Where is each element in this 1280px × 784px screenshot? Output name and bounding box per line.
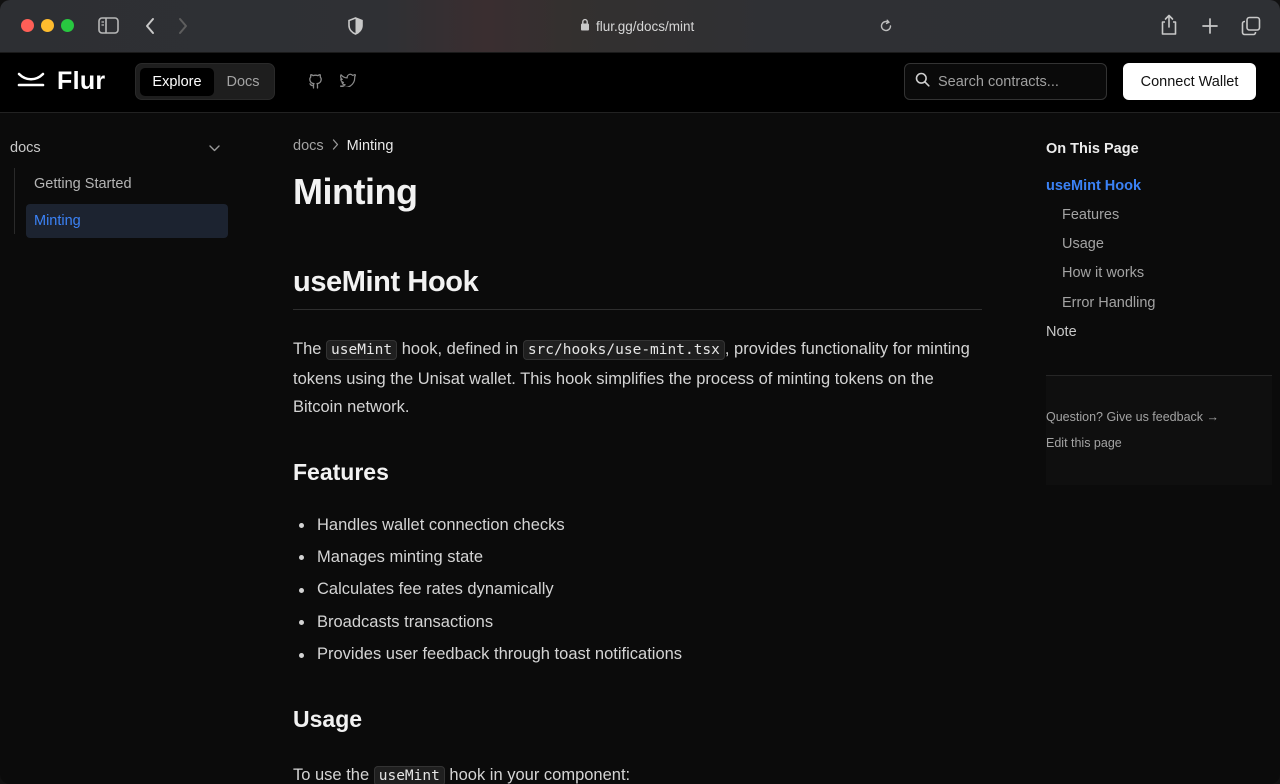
edit-page-link[interactable]: Edit this page (1046, 436, 1122, 450)
toc-item-note[interactable]: Note (1046, 324, 1077, 340)
list-item: Manages minting state (293, 541, 682, 573)
breadcrumb: docs Minting (293, 138, 393, 154)
sidebar-tree-line (14, 168, 15, 234)
inline-code-usemint: useMint (326, 340, 398, 360)
inline-code-usemint: useMint (373, 766, 445, 784)
inline-code-file-path: src/hooks/use-mint.tsx (522, 340, 725, 360)
toc-item-usage[interactable]: Usage (1062, 236, 1104, 252)
usage-paragraph: To use the useMint hook in your componen… (293, 766, 631, 784)
sidebar-section-docs[interactable]: docs (10, 138, 220, 158)
sidebar-section-label: docs (10, 140, 41, 156)
zoom-window-button[interactable] (61, 19, 74, 32)
list-item: Broadcasts transactions (293, 606, 682, 638)
docs-sidebar: docs Getting Started Minting (0, 113, 240, 784)
list-item: Handles wallet connection checks (293, 509, 682, 541)
back-icon[interactable] (144, 17, 156, 35)
sidebar-toggle-icon[interactable] (98, 17, 119, 34)
feedback-link[interactable]: Question? Give us feedback → (1046, 410, 1219, 424)
share-icon[interactable] (1160, 14, 1178, 36)
toc-item-features[interactable]: Features (1062, 207, 1119, 223)
shield-icon[interactable] (348, 17, 363, 35)
sidebar-item-minting[interactable]: Minting (26, 204, 228, 238)
reload-icon[interactable] (879, 19, 893, 33)
address-bar[interactable]: flur.gg/docs/mint (580, 16, 694, 36)
table-of-contents: On This Page useMint Hook Features Usage… (1046, 113, 1272, 493)
search-icon (915, 72, 930, 92)
chevron-right-icon (332, 138, 339, 154)
flur-logo-icon (17, 69, 45, 94)
connect-wallet-button[interactable]: Connect Wallet (1123, 63, 1256, 100)
list-item: Calculates fee rates dynamically (293, 574, 682, 606)
search-box[interactable] (904, 63, 1107, 100)
close-window-button[interactable] (21, 19, 34, 32)
tabs-overview-icon[interactable] (1241, 16, 1261, 36)
brand-logo[interactable]: Flur (17, 67, 105, 96)
search-input[interactable] (938, 73, 1098, 90)
section-heading-usage: Usage (293, 706, 363, 732)
section-heading-features: Features (293, 459, 389, 485)
toc-footer-panel: Question? Give us feedback → Edit this p… (1046, 375, 1272, 485)
browser-window: flur.gg/docs/mint Flur Explore Docs Sear… (0, 0, 1280, 784)
section-heading-usemint-hook: useMint Hook (293, 266, 479, 298)
intro-paragraph: The useMint hook, defined in src/hooks/u… (293, 340, 970, 417)
nav-segmented-control: Explore Docs (135, 63, 275, 100)
chevron-down-icon (209, 140, 220, 156)
toc-item-how-it-works[interactable]: How it works (1062, 265, 1144, 281)
toc-item-error-handling[interactable]: Error Handling (1062, 295, 1156, 311)
page-title: Minting (293, 171, 418, 212)
tab-explore[interactable]: Explore (140, 68, 214, 96)
lock-icon (580, 18, 590, 34)
twitter-icon[interactable] (339, 73, 356, 92)
breadcrumb-docs-link[interactable]: docs (293, 138, 324, 154)
new-tab-icon[interactable] (1202, 18, 1218, 34)
toc-item-usemint-hook[interactable]: useMint Hook (1046, 178, 1141, 194)
toc-title: On This Page (1046, 141, 1139, 157)
forward-icon[interactable] (177, 17, 189, 35)
heading-divider (293, 309, 982, 310)
breadcrumb-current: Minting (346, 138, 394, 154)
features-list: Handles wallet connection checks Manages… (293, 509, 682, 671)
brand-name: Flur (57, 67, 106, 95)
sidebar-item-getting-started[interactable]: Getting Started (26, 167, 228, 201)
list-item: Provides user feedback through toast not… (293, 639, 682, 671)
site-header: Flur Explore Docs Connect Wallet (0, 53, 1280, 113)
tab-docs[interactable]: Docs (216, 68, 270, 96)
doc-content: docs Minting Minting useMint Hook The us… (293, 113, 983, 784)
github-icon[interactable] (308, 73, 323, 94)
browser-toolbar: flur.gg/docs/mint (0, 0, 1280, 53)
url-text: flur.gg/docs/mint (596, 18, 695, 34)
minimize-window-button[interactable] (41, 19, 54, 32)
